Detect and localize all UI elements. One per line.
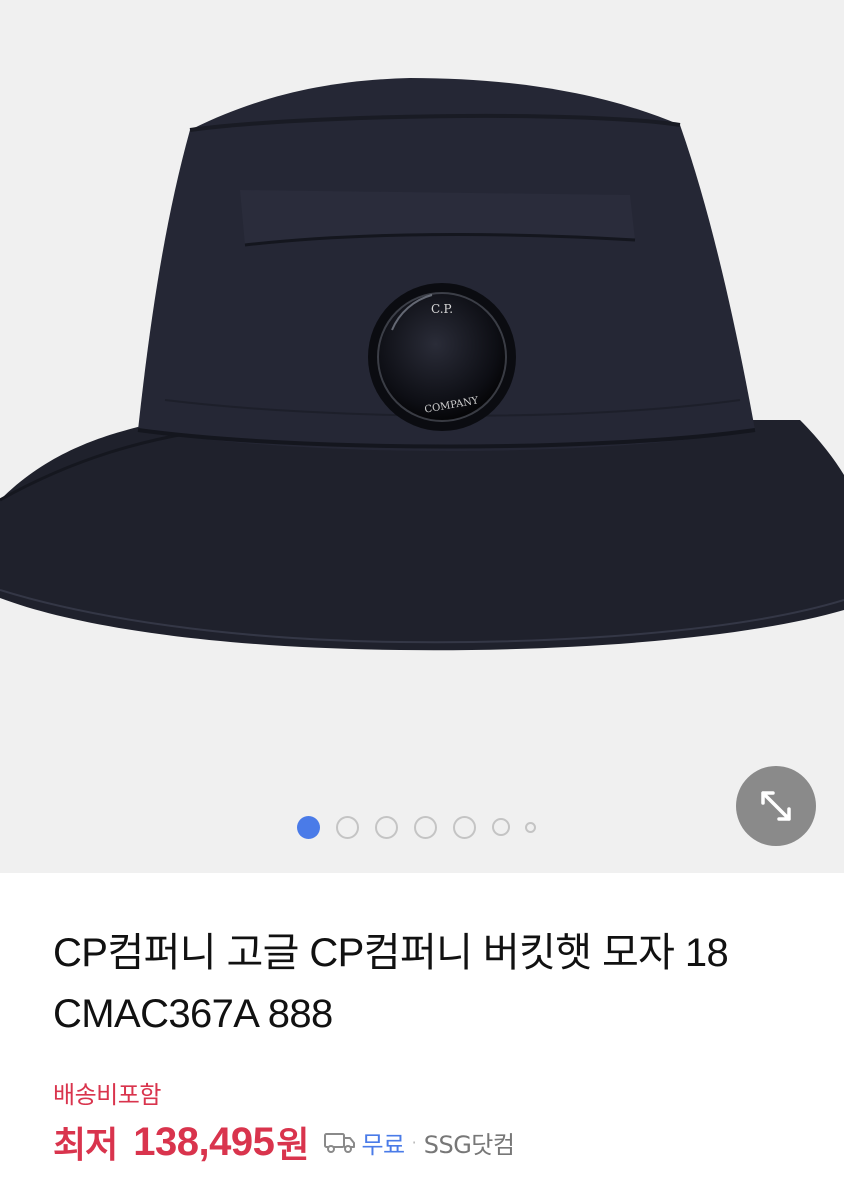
shipping-included-note: 배송비포함	[53, 1081, 161, 1109]
seller-name[interactable]: SSG닷컴	[424, 1125, 515, 1160]
price-currency: 원	[276, 1125, 310, 1166]
expand-icon	[761, 791, 791, 821]
image-pagination	[297, 815, 536, 839]
lowest-price-label: 최저	[53, 1125, 118, 1166]
price-row: 최저 138,495 원 무료 · SSG닷컴	[53, 1117, 515, 1167]
price-value: 138,495	[133, 1119, 275, 1164]
pagination-dot-6[interactable]	[492, 818, 510, 836]
delivery-fee: 무료	[361, 1130, 405, 1159]
product-info: CP컴퍼니 고글 CP컴퍼니 버킷햇 모자 18 CMAC367A 888 배송…	[0, 873, 844, 1200]
pagination-dot-7[interactable]	[525, 821, 536, 833]
pagination-dot-3[interactable]	[375, 815, 398, 839]
product-image[interactable]: C.P. COMPANY	[0, 0, 844, 873]
lens-logo-text: C.P.	[431, 302, 453, 316]
product-image-gallery[interactable]: C.P. COMPANY	[0, 0, 844, 873]
separator: ·	[411, 1132, 417, 1152]
product-title: CP컴퍼니 고글 CP컴퍼니 버킷햇 모자 18 CMAC367A 888	[53, 931, 729, 1036]
pagination-dot-2[interactable]	[336, 815, 359, 839]
pagination-dot-4[interactable]	[414, 815, 437, 839]
pagination-dot-1[interactable]	[297, 815, 320, 839]
pagination-dot-5[interactable]	[453, 815, 476, 839]
truck-icon	[324, 1133, 356, 1153]
expand-image-button[interactable]	[736, 766, 816, 846]
